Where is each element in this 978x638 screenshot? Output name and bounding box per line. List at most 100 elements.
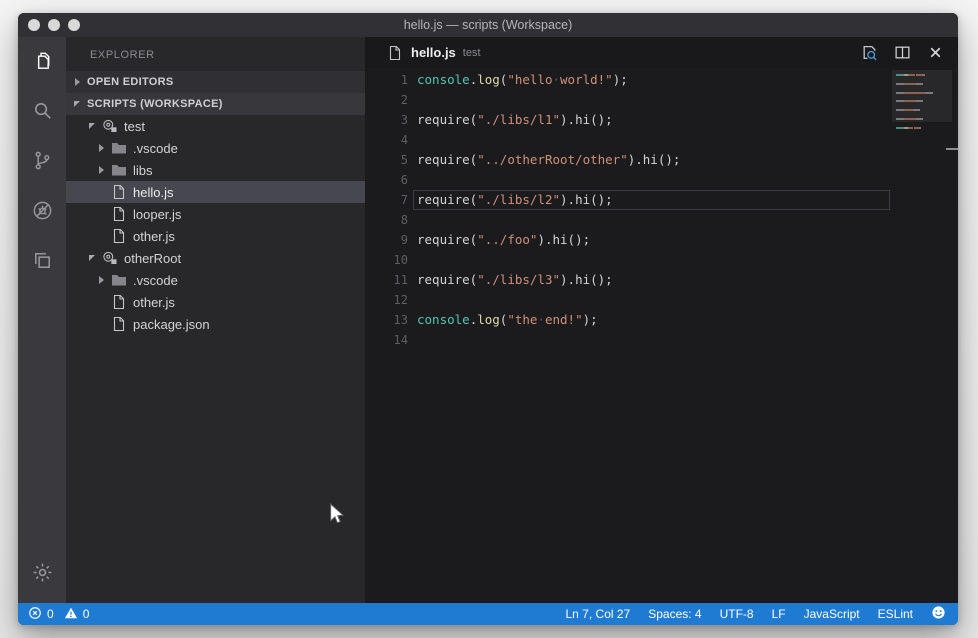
tree-item-label: otherRoot [124, 251, 181, 266]
status-eslint[interactable]: ESLint [878, 607, 913, 621]
tree-item-package-json[interactable]: package.json [66, 313, 365, 335]
tree-item--vscode[interactable]: .vscode [66, 137, 365, 159]
minimap-line [896, 100, 923, 102]
line-number: 7 [365, 190, 408, 210]
folder-icon [111, 272, 127, 288]
code-line: require("../foo").hi(); [417, 230, 878, 250]
tab-bar: hello.js test [365, 37, 958, 68]
line-number: 2 [365, 90, 408, 110]
line-number: 11 [365, 270, 408, 290]
section-scripts-workspace-[interactable]: SCRIPTS (WORKSPACE) [66, 93, 365, 115]
line-number: 3 [365, 110, 408, 130]
file-icon [111, 294, 127, 310]
tree-item-other-js[interactable]: other.js [66, 291, 365, 313]
status-language-mode[interactable]: JavaScript [804, 607, 860, 621]
file-icon [111, 316, 127, 332]
status-errors[interactable]: 0 [28, 606, 54, 623]
minimap-line [896, 83, 923, 85]
vscode-window: hello.js — scripts (Workspace) EXPLORER … [18, 13, 958, 625]
folder-icon [111, 162, 127, 178]
activity-bar [18, 37, 66, 603]
window-title: hello.js — scripts (Workspace) [18, 13, 958, 37]
activity-source-control-button[interactable] [18, 139, 66, 187]
code-line [417, 90, 878, 110]
status-label: Spaces: 4 [648, 607, 701, 621]
tab-hello-js[interactable]: hello.js test [365, 37, 495, 68]
twisty-spacer [97, 319, 107, 329]
root-folder-icon [102, 118, 118, 134]
line-number: 4 [365, 130, 408, 150]
status-label: JavaScript [804, 607, 860, 621]
status-bar: 0 0 Ln 7, Col 27 Spaces: 4 UTF-8 LF JavaScrip… [18, 603, 958, 625]
smiley-icon [931, 605, 946, 623]
twisty-icon [97, 143, 107, 153]
twisty-icon [88, 253, 98, 263]
code-line [417, 210, 878, 230]
twisty-spacer [97, 297, 107, 307]
tree-item-label: .vscode [133, 141, 178, 156]
status-label: 0 [47, 607, 54, 621]
activity-settings-button[interactable] [18, 551, 66, 599]
desktop-background: hello.js — scripts (Workspace) EXPLORER … [0, 0, 978, 638]
close-tab-button[interactable] [927, 44, 944, 61]
tree-item-label: hello.js [133, 185, 173, 200]
status-warnings[interactable]: 0 [64, 606, 90, 623]
status-eol[interactable]: LF [772, 607, 786, 621]
code-editor[interactable]: 1234567891011121314 console.log("hello·w… [365, 68, 958, 603]
titlebar[interactable]: hello.js — scripts (Workspace) [18, 13, 958, 37]
folder-icon [111, 140, 127, 156]
activity-explorer-button[interactable] [18, 39, 66, 87]
split-editor-button[interactable] [894, 44, 911, 61]
minimap-line [896, 109, 920, 111]
tree-item-libs[interactable]: libs [66, 159, 365, 181]
workbench: EXPLORER OPEN EDITORSSCRIPTS (WORKSPACE)… [18, 37, 958, 603]
minimap-slider[interactable] [892, 70, 952, 122]
twisty-icon [73, 77, 83, 87]
section-open-editors[interactable]: OPEN EDITORS [66, 71, 365, 93]
status-label: 0 [83, 607, 90, 621]
sidebar-title: EXPLORER [66, 37, 365, 71]
code-line: require("./libs/l3").hi(); [417, 270, 878, 290]
tree-item-test[interactable]: test [66, 115, 365, 137]
tree-item--vscode[interactable]: .vscode [66, 269, 365, 291]
status-label: Ln 7, Col 27 [566, 607, 631, 621]
line-number: 8 [365, 210, 408, 230]
code-line: console.log("the·end!"); [417, 310, 878, 330]
error-circle-icon [28, 606, 42, 623]
code-line [417, 130, 878, 150]
status-encoding[interactable]: UTF-8 [720, 607, 754, 621]
code-line [417, 250, 878, 270]
tree-item-label: other.js [133, 229, 175, 244]
line-number: 14 [365, 330, 408, 350]
tree-item-label: looper.js [133, 207, 181, 222]
code-line: console.log("hello·world!"); [417, 70, 878, 90]
sidebar-explorer: EXPLORER OPEN EDITORSSCRIPTS (WORKSPACE)… [66, 37, 365, 603]
status-feedback[interactable] [931, 605, 946, 623]
line-number: 5 [365, 150, 408, 170]
file-icon [111, 228, 127, 244]
search-icon [31, 99, 54, 127]
minimap[interactable] [892, 70, 952, 226]
extensions-icon [31, 249, 54, 277]
line-number: 6 [365, 170, 408, 190]
line-number: 10 [365, 250, 408, 270]
tree-item-looper-js[interactable]: looper.js [66, 203, 365, 225]
open-preview-button[interactable] [861, 44, 878, 61]
twisty-icon [88, 121, 98, 131]
code-line [417, 330, 878, 350]
tree-item-otherroot[interactable]: otherRoot [66, 247, 365, 269]
tree-item-label: package.json [133, 317, 210, 332]
twisty-spacer [97, 209, 107, 219]
activity-debug-button[interactable] [18, 189, 66, 237]
activity-search-button[interactable] [18, 89, 66, 137]
status-indentation[interactable]: Spaces: 4 [648, 607, 701, 621]
code-line [417, 290, 878, 310]
tree-item-label: libs [133, 163, 153, 178]
activity-extensions-button[interactable] [18, 239, 66, 287]
tree-item-other-js[interactable]: other.js [66, 225, 365, 247]
tree-item-label: other.js [133, 295, 175, 310]
tree-item-hello-js[interactable]: hello.js [66, 181, 365, 203]
debug-icon [31, 199, 54, 227]
status-cursor-position[interactable]: Ln 7, Col 27 [566, 607, 631, 621]
editor-group: hello.js test 1234567891011121314 consol… [365, 37, 958, 603]
